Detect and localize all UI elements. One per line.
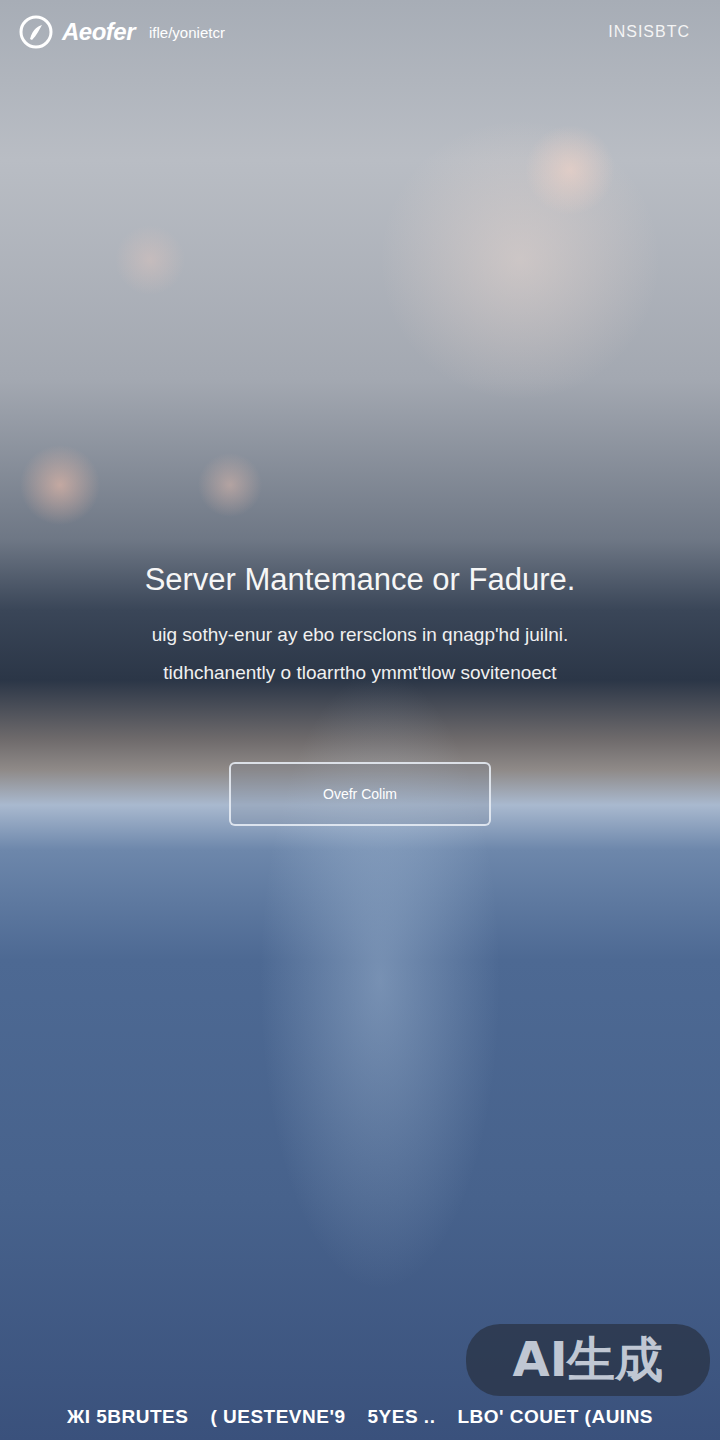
footer-link[interactable]: 5YES ..	[367, 1406, 435, 1428]
header-label: INSISBTC	[608, 23, 690, 41]
footer-link[interactable]: LBO' COUET (AUINS	[457, 1406, 653, 1428]
footer-link[interactable]: ЖI 5BRUTES	[67, 1406, 188, 1428]
maintenance-page: Aeofer ifle/yonietcr INSISBTC Server Mantem…	[0, 0, 720, 1440]
hero: Server Mantemance or Fadure. uig sothy-en…	[0, 50, 720, 826]
brand-tagline: ifle/yonietcr	[149, 24, 225, 41]
footer: ЖI 5BRUTES ( UESTEVNE'9 5YES .. LBO' COUET …	[0, 1406, 720, 1440]
hero-text: uig sothy-enur ay ebo rersclons in qnagp…	[152, 616, 569, 654]
top-bar: Aeofer ifle/yonietcr INSISBTC	[0, 0, 720, 50]
hero-text: tidhchanently o tloarrtho ymmt'tlow sovi…	[163, 654, 556, 692]
action-button[interactable]: Ovefr Colim	[229, 762, 491, 826]
brand-name: Aeofer	[62, 18, 135, 46]
footer-link[interactable]: ( UESTEVNE'9	[210, 1406, 345, 1428]
hero-title: Server Mantemance or Fadure.	[145, 562, 576, 598]
ai-watermark: AI生成	[466, 1324, 710, 1396]
brand[interactable]: Aeofer ifle/yonietcr	[18, 14, 225, 50]
logo-icon	[18, 14, 54, 50]
